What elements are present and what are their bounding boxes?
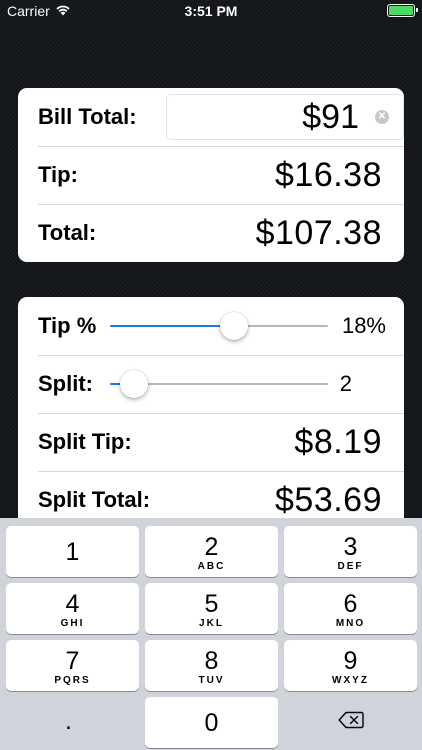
key-3[interactable]: 3 DEF [284,526,417,577]
split-tip-row: Split Tip: $8.19 [18,413,404,471]
slider-fill [110,325,235,327]
total-label: Total: [38,220,97,245]
tip-label: Tip: [38,162,78,187]
key-number: 5 [204,590,219,618]
controls-card: Tip % 18% Split: 2 Split Tip: $8.19 Spli… [18,297,404,527]
total-row: Total: $107.38 [18,204,404,262]
status-time: 3:51 PM [184,3,238,19]
key-2[interactable]: 2 ABC [145,526,278,577]
battery-icon [387,4,418,17]
battery-fill [389,6,413,15]
split-tip-value: $8.19 [294,422,382,461]
key-number: 2 [204,533,219,561]
key-9[interactable]: 9 WXYZ [284,640,417,691]
status-bar: Carrier 3:51 PM [0,0,422,24]
slider-thumb[interactable] [220,312,249,340]
key-letters: MNO [335,618,366,629]
key-number: 6 [343,590,358,618]
key-letters: DEF [337,561,364,572]
key-letters: JKL [199,618,224,629]
tip-percent-value: 18% [341,313,386,338]
key-number: 0 [204,709,219,737]
key-4[interactable]: 4 GHI [6,583,139,634]
key-letters: ABC [197,561,226,572]
tip-percent-slider[interactable] [110,311,328,341]
bill-total-value[interactable]: $91 [302,98,359,137]
delete-key[interactable] [284,697,417,748]
key-1[interactable]: 1 [6,526,139,577]
split-total-label: Split Total: [38,487,151,512]
tip-value: $16.38 [275,155,382,194]
slider-thumb[interactable] [119,370,148,398]
key-number: 8 [204,647,219,675]
tip-row: Tip: $16.38 [18,146,404,204]
key-number: 9 [343,647,358,675]
bill-total-row: Bill Total: $91 ✕ [18,88,404,146]
key-number: 1 [65,538,80,566]
split-total-value: $53.69 [275,480,382,519]
key-number: 3 [343,533,358,561]
summary-card: Bill Total: $91 ✕ Tip: $16.38 Total: $10… [18,88,404,262]
key-8[interactable]: 8 TUV [145,640,278,691]
split-label: Split: [38,371,93,396]
split-tip-label: Split Tip: [38,429,132,454]
split-slider[interactable] [110,369,328,399]
key-letters: PQRS [54,675,91,686]
number-keypad: 1 2 ABC 3 DEF 4 GHI 5 JKL 6 MNO 7 PQRS 8… [0,518,422,750]
split-value: 2 [339,371,352,396]
key-letters: GHI [60,618,85,629]
key-7[interactable]: 7 PQRS [6,640,139,691]
bill-total-label: Bill Total: [38,104,137,129]
key-decimal[interactable]: . [2,702,135,750]
bill-total-input[interactable]: $91 ✕ [166,94,404,140]
key-number: 7 [65,647,80,675]
clear-icon[interactable]: ✕ [375,110,389,124]
total-value: $107.38 [255,213,382,252]
key-5[interactable]: 5 JKL [145,583,278,634]
key-letters: WXYZ [332,675,369,686]
key-6[interactable]: 6 MNO [284,583,417,634]
key-0[interactable]: 0 [145,697,278,748]
delete-icon [338,711,364,734]
key-number: 4 [65,590,80,618]
tip-percent-row: Tip % 18% [18,297,404,355]
tip-percent-label: Tip % [38,313,97,338]
key-letters: TUV [198,675,225,686]
split-row: Split: 2 [18,355,404,413]
